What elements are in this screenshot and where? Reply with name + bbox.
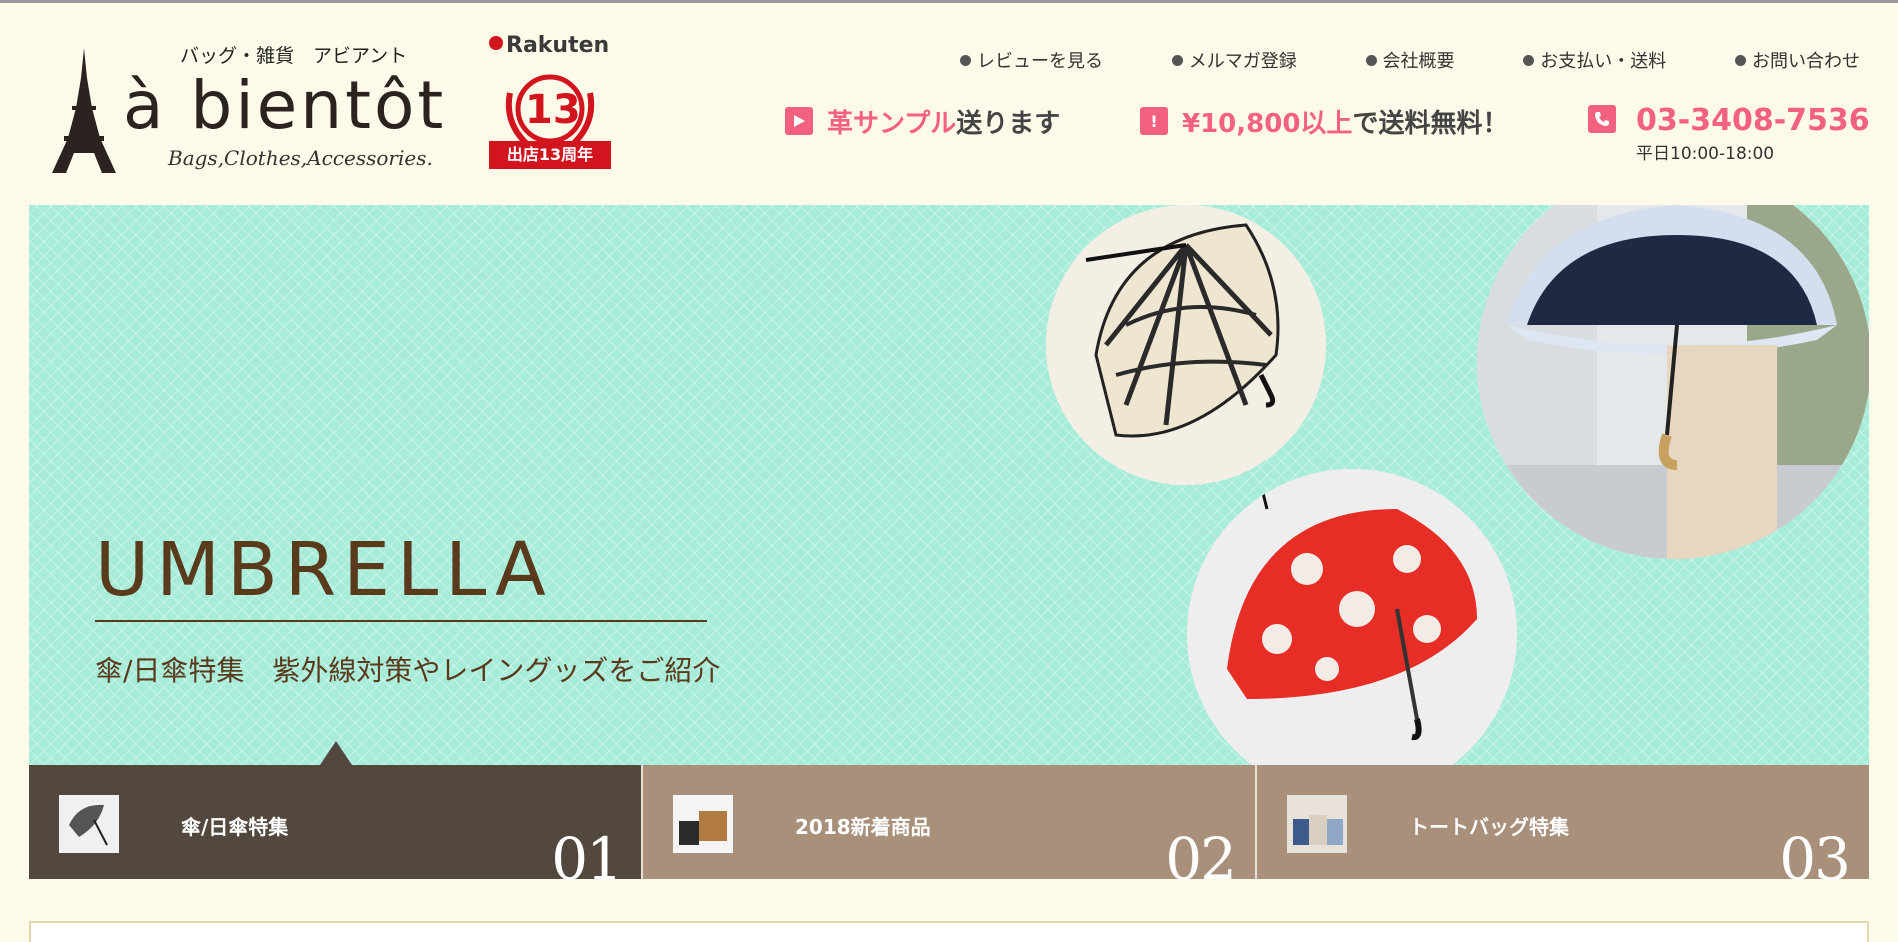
play-icon (785, 107, 813, 135)
bullet-icon (1365, 54, 1377, 66)
rakuten-brand: Rakuten (506, 33, 610, 58)
bullet-icon (1523, 54, 1535, 66)
nav-contact[interactable]: お問い合わせ (1735, 47, 1860, 73)
feature-tabs: 傘/日傘特集 01 2018新着商品 02 トートバッグ特集 03 (29, 765, 1869, 893)
tab-thumbnail (1287, 795, 1347, 853)
banner-subtitle: 傘/日傘特集 紫外線対策やレイングッズをご紹介 (95, 654, 721, 687)
phone-number[interactable]: 03-3408-7536 (1636, 103, 1870, 138)
nav-company[interactable]: 会社概要 (1365, 47, 1455, 73)
rakuten-years: 13 (525, 87, 581, 133)
tab-thumbnail (59, 795, 119, 853)
tab-thumbnail (673, 795, 733, 853)
tab-label: トートバッグ特集 (1409, 815, 1569, 839)
logo-wordmark: à bientôt (123, 67, 447, 144)
red-umbrella-image (1187, 469, 1517, 765)
tab-number: 03 (1779, 825, 1851, 893)
top-navigation: レビューを見る メルマガ登録 会社概要 お支払い・送料 お問い合わせ (960, 47, 1860, 73)
active-tab-pointer (320, 741, 352, 765)
content-panel-top (29, 921, 1869, 942)
eiffel-tower-logo-icon (52, 48, 116, 173)
bullet-icon (1171, 54, 1183, 66)
nav-payment-shipping[interactable]: お支払い・送料 (1523, 47, 1666, 73)
rakuten-ribbon: 出店13周年 (489, 141, 611, 169)
person-umbrella-image (1477, 205, 1869, 559)
phone-hours: 平日10:00-18:00 (1636, 144, 1775, 164)
bullet-icon (960, 54, 971, 66)
tab-label: 2018新着商品 (795, 815, 931, 839)
promo-free-shipping[interactable]: ! ¥10,800以上 で送料無料！ (1140, 103, 1508, 139)
tab-number: 01 (551, 825, 623, 893)
logo-tagline: Bags,Clothes,Accessories. (168, 146, 433, 170)
tab-tote-bags[interactable]: トートバッグ特集 03 (1255, 765, 1869, 893)
banner-divider (95, 620, 707, 622)
exclamation-icon: ! (1140, 107, 1168, 135)
promo-leather-sample[interactable]: 革サンプル 送ります (785, 103, 1060, 139)
nav-reviews[interactable]: レビューを見る (960, 47, 1103, 73)
hero-banner[interactable]: UMBRELLA 傘/日傘特集 紫外線対策やレイングッズをご紹介 (29, 205, 1869, 765)
eiffel-umbrella-image (1046, 205, 1326, 485)
tab-label: 傘/日傘特集 (181, 815, 289, 839)
tab-new-arrivals[interactable]: 2018新着商品 02 (641, 765, 1255, 893)
tab-number: 02 (1165, 825, 1237, 893)
phone-contact[interactable] (1588, 99, 1630, 133)
banner-title: UMBRELLA (95, 527, 553, 613)
logo-subtitle: バッグ・雑貨 アビアント (180, 45, 408, 67)
bullet-icon (1735, 54, 1746, 66)
phone-icon (1588, 105, 1616, 133)
nav-newsletter[interactable]: メルマガ登録 (1171, 47, 1297, 73)
tab-umbrella-feature[interactable]: 傘/日傘特集 01 (29, 765, 641, 893)
